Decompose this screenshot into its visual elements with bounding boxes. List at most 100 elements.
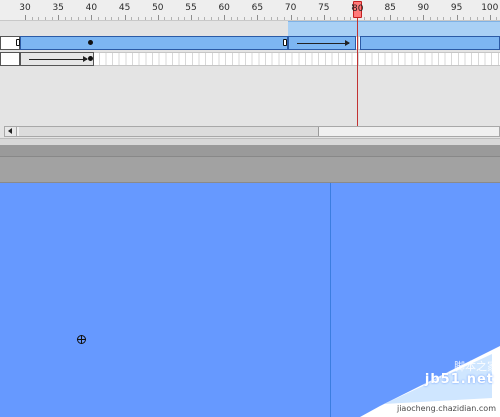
ruler-tick-mark [350,17,352,20]
ruler-tick-mark [443,17,445,20]
ruler-tick-label: 55 [185,3,197,13]
ruler-tick-mark [456,15,458,20]
watermark-main-text: jb51.net [424,372,494,387]
ruler-tick-label: 35 [52,3,64,13]
ruler-tick-mark [71,17,73,20]
ruler-tick-mark [51,17,53,20]
ruler-tick-mark [204,17,206,20]
ruler-tick-mark [78,17,80,20]
ruler-tick-label: 95 [450,3,463,13]
ruler-tick-mark [496,17,498,20]
playhead-line [357,18,358,128]
watermark-url-text: jiaocheng.chazidian.com [396,404,496,413]
ruler-tick-mark [64,17,66,20]
ruler-tick-mark [469,17,471,20]
ruler-tick-mark [323,15,325,20]
ruler-tick-mark [264,17,266,20]
registration-point-icon[interactable] [77,335,86,344]
ruler-tick-mark [210,17,212,20]
ruler-tick-mark [191,15,192,20]
ruler-tick-mark [370,17,372,20]
ruler-tick-label: 45 [118,3,131,13]
motion-tween-span[interactable] [360,36,500,50]
ruler-tick-mark [476,17,478,20]
ruler-tick-mark [376,17,378,20]
ruler-tick-mark [38,17,40,20]
ruler-tick-mark [224,15,226,20]
ruler-tick-mark [270,17,272,20]
ruler-tick-mark [423,15,425,20]
ruler-tick-mark [151,17,153,20]
motion-tween-span[interactable] [20,36,288,50]
timeline-panel: 30 35 40 45 50 55 60 65 70 75 80 85 90 95 100 80 [0,0,500,138]
panel-divider[interactable] [0,138,500,145]
stage-toolbar [0,157,500,183]
timeline-layer-row-2[interactable] [0,52,500,66]
ruler-tick-mark [410,17,412,20]
ruler-tick-mark [250,17,252,20]
ruler-tick-mark [257,15,259,20]
ruler-tick-mark [91,15,93,20]
ruler-tick-mark [390,15,392,20]
ruler-tick-label: 65 [251,3,264,13]
ruler-tick-mark [430,17,432,20]
keyframe-dot[interactable] [88,56,93,61]
playhead-handle[interactable]: 80 [352,1,364,18]
ruler-tick-mark [396,17,398,20]
ruler-tick-mark [436,17,438,20]
scrollbar-thumb[interactable] [19,127,319,136]
timeline-layer-row-1[interactable] [0,36,500,50]
ruler-tick-label: 75 [318,3,330,13]
keyframe-dot[interactable] [88,40,93,45]
ruler-tick-label: 50 [152,3,164,13]
scroll-left-arrow-icon[interactable] [5,127,17,136]
tween-span[interactable] [20,52,94,66]
ruler-tick-mark [303,17,305,20]
ruler-tick-label: 100 [481,3,499,13]
ruler-tick-mark [177,17,179,20]
current-frame-label: 80 [352,4,364,14]
ruler-tick-mark [237,17,239,20]
stage-canvas[interactable]: 脚本之家 jb51.net jiaocheng.chazidian.com [0,183,500,417]
layer-frame-start[interactable] [0,52,20,66]
ruler-tick-mark [317,17,319,20]
ruler-tick-mark [111,17,113,20]
tween-arrow-icon [297,40,350,46]
ruler-tick-mark [310,17,312,20]
ruler-tick-label: 30 [19,3,31,13]
ruler-tick-mark [157,15,159,20]
ruler-tick-mark [58,15,60,20]
tween-arrow-icon [29,56,88,62]
ruler-tick-label: 60 [218,3,230,13]
ruler-tick-label: 40 [85,3,98,13]
timeline-horizontal-scrollbar[interactable] [4,126,500,137]
ruler-tick-mark [449,17,451,20]
ruler-tick-label: 85 [384,3,396,13]
ruler-tick-mark [483,17,485,20]
ruler-tick-mark [330,17,332,20]
ruler-tick-label: 70 [284,3,297,13]
watermark: 脚本之家 jb51.net jiaocheng.chazidian.com [360,346,500,417]
empty-keyframe[interactable] [283,39,287,46]
ruler-tick-mark [416,17,418,20]
ruler-tick-mark [343,17,345,20]
frame-ruler[interactable]: 30 35 40 45 50 55 60 65 70 75 80 85 90 95 100 [0,0,500,21]
ruler-tick-mark [403,17,405,20]
ruler-tick-mark [137,17,139,20]
ruler-tick-mark [84,17,86,20]
ruler-tick-mark [44,17,46,20]
ruler-tick-mark [283,17,285,20]
ruler-tick-mark [489,15,491,20]
motion-tween-span[interactable] [288,36,356,50]
ruler-tick-mark [337,17,339,20]
ruler-tick-mark [144,17,146,20]
selected-span-highlight [288,21,500,36]
ruler-tick-mark [217,17,219,20]
ruler-tick-mark [31,17,33,20]
ruler-tick-mark [463,17,465,20]
ruler-tick-mark [290,15,292,20]
ruler-tick-mark [171,17,173,20]
ruler-tick-mark [98,17,100,20]
ruler-tick-mark [297,17,299,20]
ruler-tick-mark [383,17,385,20]
